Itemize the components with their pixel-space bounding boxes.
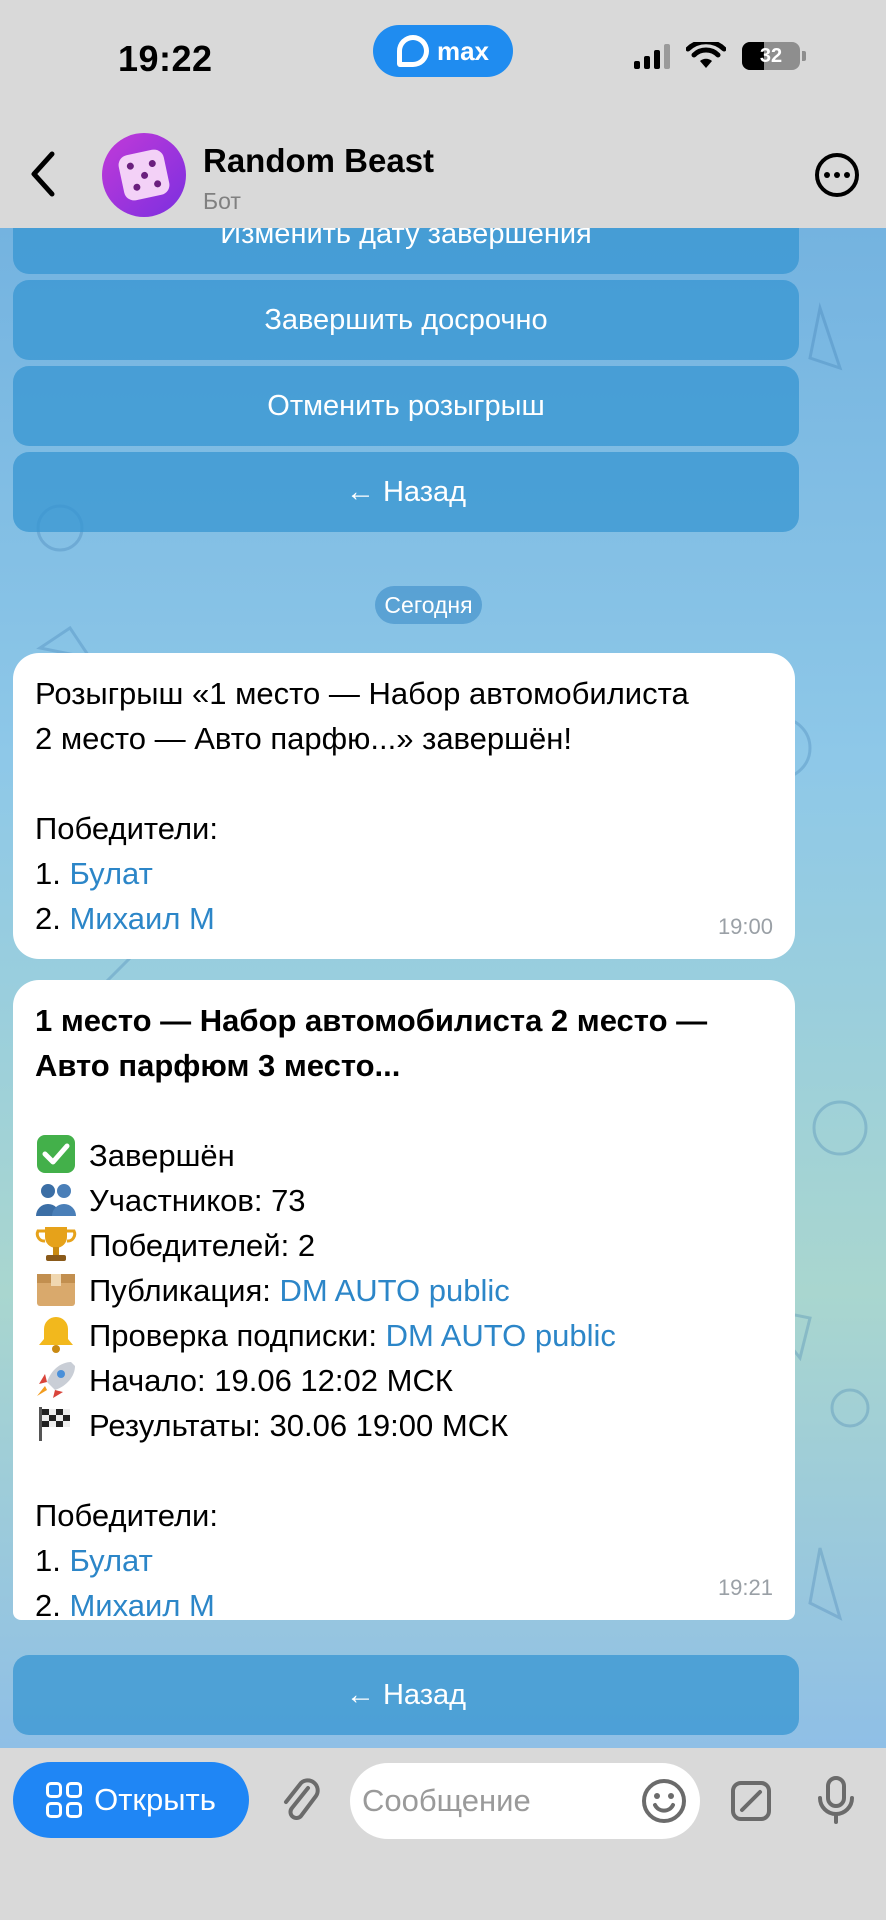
winners-count-text: Победителей: 2 (89, 1228, 316, 1263)
giveaway-title: Авто парфюм 3 место... (35, 1048, 401, 1083)
max-app-badge[interactable]: max (373, 25, 513, 77)
results-row: Результаты: 30.06 19:00 МСК (35, 1403, 773, 1448)
start-text: Начало: 19.06 12:02 МСК (89, 1363, 453, 1398)
winner-row: 1. Булат (35, 851, 773, 896)
winner-link[interactable]: Михаил М (69, 901, 214, 936)
message-text: 2 место — Авто парфю...» завершён! (35, 721, 573, 756)
open-button-label: Открыть (94, 1782, 216, 1817)
message-bubble-1[interactable]: Розыгрыш «1 место — Набор автомобилиста … (13, 653, 795, 959)
chat-title[interactable]: Random Beast (203, 142, 434, 180)
winner-row: 2. Михаил М (35, 896, 773, 941)
paperclip-icon[interactable] (278, 1776, 322, 1824)
change-end-date-button[interactable]: Изменить дату завершения (13, 228, 799, 274)
back-button-top[interactable]: ← Назад (13, 452, 799, 532)
subscription-row: Проверка подписки: DM AUTO public (35, 1313, 773, 1358)
wifi-icon (686, 42, 726, 68)
finish-early-button[interactable]: Завершить досрочно (13, 280, 799, 360)
publication-label: Публикация: (89, 1273, 271, 1308)
date-separator: Сегодня (375, 586, 482, 624)
battery-level: 32 (759, 44, 783, 67)
chat-area[interactable]: Изменить дату завершения Завершить досро… (0, 228, 886, 1748)
winner-link[interactable]: Булат (69, 856, 152, 891)
subscription-label: Проверка подписки: (89, 1318, 377, 1353)
participants-text: Участников: 73 (89, 1183, 306, 1218)
open-app-button[interactable]: Открыть (13, 1762, 249, 1838)
message-time: 19:21 (717, 1575, 773, 1600)
chat-subtitle: Бот (203, 188, 241, 214)
top-bar: 19:22 max 32 Random Beast Бот (0, 0, 886, 228)
winner-number: 1. (35, 1543, 61, 1578)
winner-number: 1. (35, 856, 61, 891)
checkered-flag-icon (39, 1407, 70, 1441)
status-time: 19:22 (118, 38, 213, 79)
winner-link[interactable]: Булат (69, 1543, 152, 1578)
input-bar: Открыть (0, 1748, 886, 1920)
winners-count-row: Победителей: 2 (35, 1223, 773, 1268)
message-text: Розыгрыш «1 место — Набор автомобилиста (35, 676, 689, 711)
cellular-signal-icon (634, 43, 670, 69)
cancel-giveaway-button[interactable]: Отменить розыгрыш (13, 366, 799, 446)
message-time: 19:00 (717, 914, 773, 939)
status-icons: 32 (634, 42, 806, 70)
back-button-bottom[interactable]: ← Назад (13, 1655, 799, 1735)
trophy-icon (35, 1227, 77, 1261)
emoji-icon[interactable] (641, 1778, 687, 1824)
start-row: Начало: 19.06 12:02 МСК (35, 1358, 773, 1403)
winner-number: 2. (35, 1588, 61, 1623)
giveaway-title: 1 место — Набор автомобилиста 2 место — (35, 1003, 708, 1038)
winners-label: Победители: (35, 811, 218, 846)
publication-row: Публикация: DM AUTO public (35, 1268, 773, 1313)
microphone-icon[interactable] (815, 1776, 857, 1824)
max-logo-icon (396, 35, 429, 67)
winner-number: 2. (35, 901, 61, 936)
winner-row: 1. Булат (35, 1538, 773, 1583)
message-bubble-2[interactable]: 1 место — Набор автомобилиста 2 место — … (13, 980, 795, 1623)
sticker-icon[interactable] (730, 1780, 772, 1822)
more-options-icon[interactable] (815, 153, 859, 197)
dice-icon (116, 147, 172, 203)
apps-grid-icon (46, 1782, 83, 1818)
box-icon (37, 1274, 75, 1306)
rocket-icon (37, 1362, 75, 1398)
status-row: Завершён (35, 1133, 773, 1178)
results-text: Результаты: 30.06 19:00 МСК (89, 1408, 509, 1443)
max-badge-label: max (436, 35, 490, 66)
bot-avatar[interactable] (102, 133, 186, 217)
bell-icon (39, 1317, 73, 1353)
check-mark-icon (37, 1135, 75, 1173)
back-arrow-icon[interactable] (26, 150, 60, 198)
status-text: Завершён (89, 1138, 235, 1173)
winners-label: Победители: (35, 1498, 218, 1533)
winner-row: 2. Михаил М (35, 1583, 773, 1628)
participants-row: Участников: 73 (35, 1178, 773, 1223)
publication-link[interactable]: DM AUTO public (279, 1273, 509, 1308)
battery-icon: 32 (742, 42, 800, 70)
people-icon (36, 1184, 76, 1216)
subscription-link[interactable]: DM AUTO public (386, 1318, 616, 1353)
winner-link[interactable]: Михаил М (69, 1588, 214, 1623)
